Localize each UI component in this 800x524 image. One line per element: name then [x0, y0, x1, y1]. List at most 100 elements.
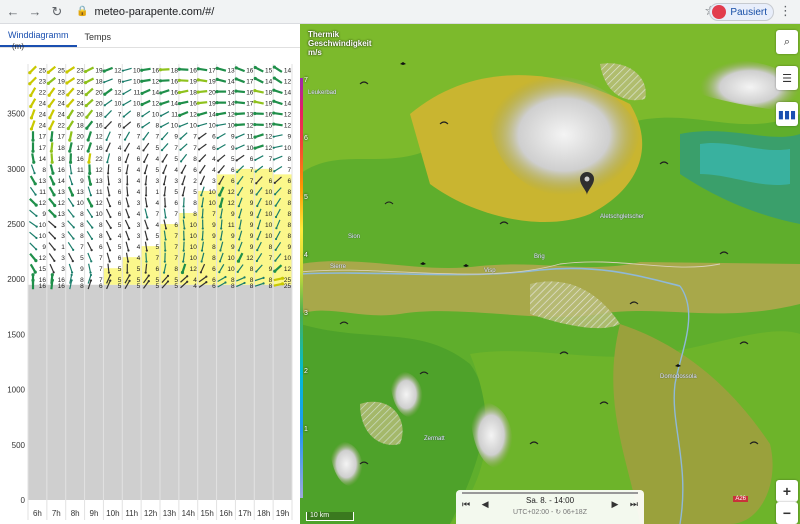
- reload-icon[interactable]: ↻: [48, 3, 66, 21]
- wind-arrow-head: [215, 66, 219, 70]
- wind-arrow-head: [124, 160, 127, 164]
- wind-arrow-head: [162, 171, 165, 175]
- wind-speed-label: 20: [76, 112, 84, 119]
- wind-arrow-head: [181, 194, 184, 197]
- wind-arrow-head: [103, 81, 106, 84]
- wind-arrow-head: [219, 238, 222, 241]
- wind-arrow-head: [217, 171, 220, 174]
- wind-arrow-head: [54, 225, 57, 229]
- wind-arrow-head: [34, 193, 37, 196]
- wind-speed-label: 5: [193, 189, 197, 196]
- wind-arrow: [179, 122, 189, 127]
- wind-speed-label: 15: [265, 68, 273, 75]
- wind-arrow-head: [158, 68, 163, 72]
- wind-arrow-head: [126, 260, 130, 263]
- wind-arrow: [67, 209, 74, 217]
- wind-arrow-head: [234, 77, 238, 81]
- wind-arrow-head: [89, 273, 93, 277]
- wind-arrow-head: [256, 216, 259, 219]
- wind-arrow-head: [29, 116, 34, 120]
- wind-speed-label: 3: [61, 222, 65, 229]
- wind-speed-label: 22: [39, 90, 47, 97]
- wind-arrow: [67, 197, 74, 207]
- profile-pause-button[interactable]: Pausiert: [709, 3, 774, 21]
- wind-speed-label: 8: [174, 266, 178, 273]
- wind-arrow-head: [177, 90, 182, 95]
- wind-speed-label: 24: [58, 112, 66, 119]
- wind-speed-label: 10: [227, 266, 235, 273]
- wind-diagram-panel: Winddiagramm Temps 3500 3000 2500 2000 1500 1…: [0, 24, 300, 524]
- wind-arrow-head: [253, 65, 257, 70]
- zoom-in-button[interactable]: +: [776, 480, 798, 502]
- wind-speed-label: 15: [265, 123, 273, 130]
- wind-speed-label: 10: [190, 233, 198, 240]
- wind-speed-label: 13: [39, 178, 47, 185]
- wind-arrow-head: [49, 149, 53, 153]
- wind-speed-label: 10: [76, 200, 84, 207]
- wind-speed-label: 7: [174, 145, 178, 152]
- zoom-out-button[interactable]: −: [776, 502, 798, 524]
- wind-arrow-head: [216, 147, 219, 151]
- wind-arrow: [123, 121, 132, 129]
- wind-arrow: [105, 208, 111, 218]
- wind-speed-label: 4: [137, 167, 141, 174]
- wind-arrow-head: [180, 270, 185, 275]
- wind-arrow-head: [146, 238, 149, 241]
- wind-arrow: [88, 263, 92, 273]
- wind-arrow-head: [29, 104, 33, 109]
- wind-arrow-head: [70, 193, 75, 197]
- wind-arrow: [273, 134, 283, 138]
- menu-kebab-icon[interactable]: ⋮: [779, 3, 792, 19]
- forward-arrow-icon[interactable]: →: [26, 3, 44, 21]
- wind-arrow: [30, 164, 36, 174]
- map-search-button[interactable]: ⌕: [776, 30, 798, 54]
- wind-speed-label: 6: [212, 145, 216, 152]
- time-slider[interactable]: [462, 492, 638, 494]
- url-text[interactable]: meteo-parapente.com/#/: [94, 6, 214, 18]
- map-settings-button[interactable]: ☰: [776, 66, 798, 90]
- wind-arrow-head: [127, 249, 130, 252]
- thermal-map[interactable]: 7 6 5 4 3 2 1 Thermik Geschwindigkeit m/…: [300, 24, 800, 524]
- wind-arrow-head: [215, 89, 219, 94]
- wind-arrow: [199, 164, 206, 173]
- wind-arrow: [67, 220, 75, 228]
- road-label: A26: [733, 496, 748, 502]
- wind-speed-label: 18: [58, 145, 66, 152]
- map-terrain[interactable]: [300, 24, 800, 524]
- wind-arrow-head: [126, 194, 129, 197]
- wind-speed-label: 25: [58, 68, 66, 75]
- wind-arrow: [180, 153, 188, 162]
- wind-speed-label: 4: [212, 167, 216, 174]
- wind-arrow-head: [109, 279, 112, 282]
- wind-speed-label: 4: [212, 156, 216, 163]
- address-bar[interactable]: 🔒 meteo-parapente.com/#/: [76, 6, 214, 18]
- wind-speed-label: 9: [212, 233, 216, 240]
- wind-arrow-head: [196, 101, 200, 105]
- wind-speed-label: 11: [228, 222, 235, 229]
- tab-temps[interactable]: Temps: [77, 32, 120, 47]
- wind-arrow: [143, 131, 150, 140]
- wind-arrow-head: [179, 148, 182, 151]
- wind-speed-label: 9: [250, 244, 254, 251]
- legend-label-5: 5: [304, 194, 308, 201]
- wind-speed-label: 4: [137, 178, 141, 185]
- hour-label: 14h: [182, 509, 195, 518]
- wind-arrow-head: [140, 79, 144, 83]
- wind-arrow-head: [46, 70, 50, 74]
- wind-speed-label: 12: [265, 145, 273, 152]
- wind-arrow: [87, 252, 92, 262]
- wind-arrow-head: [256, 249, 259, 252]
- wind-arrow-head: [236, 270, 239, 273]
- wind-arrow: [198, 122, 208, 127]
- wind-speed-label: 12: [95, 200, 103, 207]
- wind-arrow: [106, 252, 111, 262]
- wind-speed-label: 6: [250, 156, 254, 163]
- map-chart-button[interactable]: ▮▮▮: [776, 102, 798, 126]
- wind-speed-label: 3: [212, 178, 216, 185]
- wind-speed-label: 5: [174, 156, 178, 163]
- wind-arrow-head: [140, 68, 144, 72]
- wind-arrow-head: [238, 227, 241, 230]
- wind-arrow: [201, 208, 204, 218]
- back-arrow-icon[interactable]: ←: [4, 3, 22, 21]
- wind-arrow: [29, 186, 37, 195]
